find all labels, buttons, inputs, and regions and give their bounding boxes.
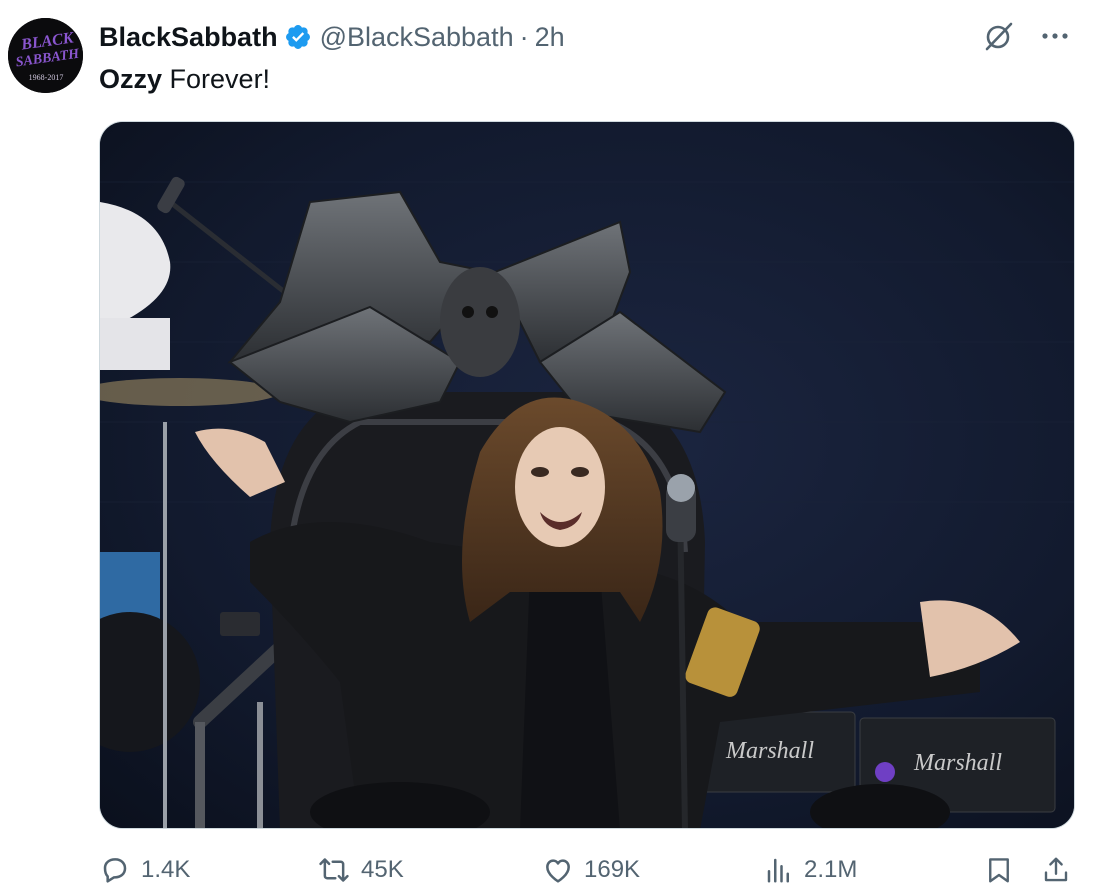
verified-badge-icon[interactable] (284, 23, 312, 51)
display-name[interactable]: BlackSabbath (99, 22, 278, 53)
user-handle[interactable]: @BlackSabbath (320, 22, 514, 53)
svg-text:Marshall: Marshall (725, 738, 814, 764)
tweet-text: Ozzy Forever! (99, 62, 270, 96)
reply-button[interactable]: 1.4K (99, 850, 190, 890)
tweet-text-rest: Forever! (162, 64, 271, 94)
tweet-actions: 1.4K 45K 169K 2.1M (99, 850, 1079, 890)
bookmark-icon (989, 858, 1009, 883)
repost-count: 45K (361, 856, 404, 883)
view-count: 2.1M (804, 856, 858, 883)
concert-photo: Marshall Marshall (100, 122, 1074, 828)
header-actions (981, 18, 1073, 54)
separator-dot: · (519, 21, 529, 52)
views-icon (767, 858, 789, 883)
black-sabbath-logo: BLACK SABBATH 1968-2017 (8, 18, 83, 93)
avatar[interactable]: BLACK SABBATH 1968-2017 (8, 18, 83, 93)
views-button[interactable]: 2.1M (764, 850, 857, 890)
share-icon (1044, 857, 1068, 882)
bookmark-button[interactable] (984, 850, 1014, 890)
reply-icon (103, 858, 127, 883)
tweet-header: BlackSabbath @BlackSabbath · 2h (99, 18, 565, 56)
repost-icon (319, 858, 349, 882)
svg-text:1968-2017: 1968-2017 (29, 73, 64, 82)
like-count: 169K (584, 856, 641, 883)
share-button[interactable] (1041, 850, 1071, 890)
repost-button[interactable]: 45K (317, 850, 404, 890)
more-icon[interactable] (1037, 18, 1073, 54)
timestamp[interactable]: 2h (535, 22, 565, 53)
tweet-photo[interactable]: Marshall Marshall (99, 121, 1075, 829)
reply-count: 1.4K (141, 856, 191, 883)
grok-icon[interactable] (981, 18, 1017, 54)
tweet-text-bold: Ozzy (99, 64, 163, 94)
like-button[interactable]: 169K (542, 850, 640, 890)
heart-icon (546, 859, 570, 883)
svg-text:Marshall: Marshall (913, 750, 1002, 776)
tweet: BLACK SABBATH 1968-2017 BlackSabbath @Bl… (0, 0, 1113, 892)
